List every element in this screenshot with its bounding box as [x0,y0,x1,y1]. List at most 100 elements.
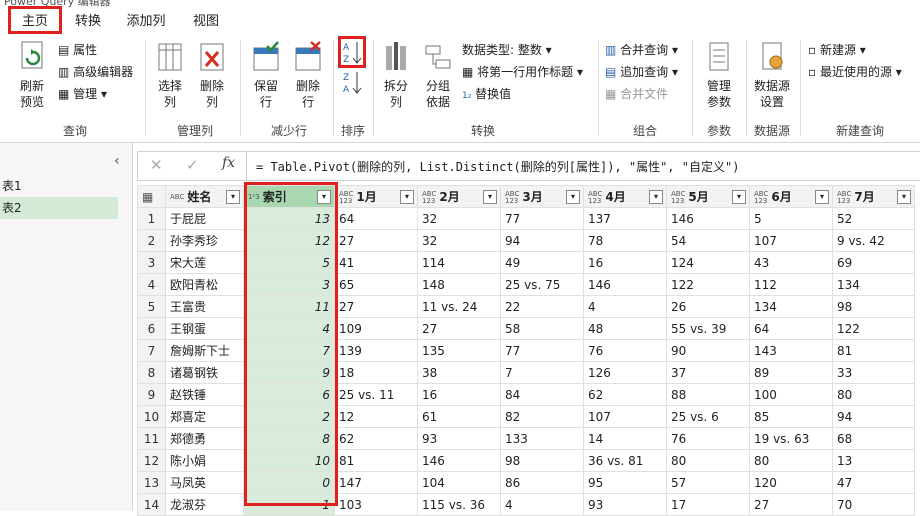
table-cell[interactable]: 詹姆斯下士 [165,339,244,362]
table-cell[interactable]: 76 [666,427,750,450]
column-type-icon[interactable]: ABC 123 [588,190,602,205]
column-header[interactable]: ABC 123 6月 ▾ [749,185,833,208]
table-cell[interactable]: 37 [666,361,750,384]
query-item-selected[interactable]: 表2 [0,197,118,219]
table-cell[interactable]: 115 vs. 36 [417,493,501,516]
table-cell[interactable]: 94 [500,229,584,252]
table-cell[interactable]: 147 [334,471,418,494]
table-cell[interactable]: 7 [500,361,584,384]
table-cell[interactable]: 郑德勇 [165,427,244,450]
row-number[interactable]: 7 [137,339,166,362]
row-number[interactable]: 9 [137,383,166,406]
table-cell[interactable]: 143 [749,339,833,362]
column-header[interactable]: ABC 123 2月 ▾ [417,185,501,208]
column-filter-dropdown-icon[interactable]: ▾ [226,190,240,204]
table-cell[interactable]: 86 [500,471,584,494]
table-cell[interactable]: 57 [666,471,750,494]
remove-rows-button[interactable]: 删除 行 [288,40,328,110]
column-filter-dropdown-icon[interactable]: ▾ [649,190,663,204]
column-filter-dropdown-icon[interactable]: ▾ [566,190,580,204]
table-cell[interactable]: 64 [749,317,833,340]
table-cell[interactable]: 68 [832,427,915,450]
table-cell[interactable]: 90 [666,339,750,362]
data-source-settings-button[interactable]: 数据源 设置 [750,40,794,110]
row-number[interactable]: 12 [137,449,166,472]
column-header[interactable]: ABC 123 7月 ▾ [832,185,915,208]
table-cell[interactable]: 126 [583,361,667,384]
advanced-editor-button[interactable]: ▥ 高级编辑器 [58,64,133,80]
table-cell[interactable]: 137 [583,207,667,230]
table-cell[interactable]: 95 [583,471,667,494]
table-cell[interactable]: 120 [749,471,833,494]
table-cell[interactable]: 98 [832,295,915,318]
split-column-button[interactable]: 拆分 列 [378,40,414,110]
query-item[interactable]: 表1 [0,176,118,196]
table-cell[interactable]: 93 [417,427,501,450]
table-cell[interactable]: 88 [666,383,750,406]
table-cell[interactable]: 诸葛钢铁 [165,361,244,384]
table-cell[interactable]: 65 [334,273,418,296]
table-cell[interactable]: 38 [417,361,501,384]
collapse-pane-icon[interactable]: ‹ [114,153,120,169]
row-number[interactable]: 14 [137,493,166,516]
recent-sources-button[interactable]: ▫ 最近使用的源 ▾ [808,64,902,80]
table-cell[interactable]: 146 [417,449,501,472]
row-number[interactable]: 1 [137,207,166,230]
column-header[interactable]: ABC 姓名 ▾ [165,185,244,208]
table-cell[interactable]: 48 [583,317,667,340]
row-number[interactable]: 4 [137,273,166,296]
table-cell[interactable]: 赵铁锤 [165,383,244,406]
table-cell[interactable]: 22 [500,295,584,318]
column-type-icon[interactable]: ABC 123 [339,190,353,205]
table-cell[interactable]: 4 [500,493,584,516]
sort-descending-button[interactable]: ZA [340,70,364,96]
properties-button[interactable]: ▤ 属性 [58,42,97,58]
formula-input[interactable]: = Table.Pivot(删除的列, List.Distinct(删除的列[属… [256,158,739,175]
table-cell[interactable]: 于屁屁 [165,207,244,230]
table-cell[interactable]: 54 [666,229,750,252]
table-cell[interactable]: 18 [334,361,418,384]
table-cell[interactable]: 133 [500,427,584,450]
combine-files-button[interactable]: ▦ 合并文件 [605,86,668,102]
new-source-button[interactable]: ▫ 新建源 ▾ [808,42,866,58]
table-cell[interactable]: 148 [417,273,501,296]
table-cell[interactable]: 27 [417,317,501,340]
table-cell[interactable]: 134 [832,273,915,296]
table-cell[interactable]: 49 [500,251,584,274]
column-type-icon[interactable]: ABC 123 [422,190,436,205]
column-filter-dropdown-icon[interactable]: ▾ [815,190,829,204]
table-cell[interactable]: 16 [417,383,501,406]
table-cell[interactable]: 宋大莲 [165,251,244,274]
table-cell[interactable]: 陈小娟 [165,449,244,472]
table-cell[interactable]: 77 [500,207,584,230]
table-cell[interactable]: 122 [666,273,750,296]
table-cell[interactable]: 33 [832,361,915,384]
table-cell[interactable]: 89 [749,361,833,384]
column-filter-dropdown-icon[interactable]: ▾ [732,190,746,204]
row-number[interactable]: 8 [137,361,166,384]
table-cell[interactable]: 47 [832,471,915,494]
table-cell[interactable]: 郑喜定 [165,405,244,428]
manage-button[interactable]: ▦ 管理 ▾ [58,86,107,102]
table-cell[interactable]: 146 [666,207,750,230]
column-filter-dropdown-icon[interactable]: ▾ [897,190,911,204]
table-cell[interactable]: 80 [832,383,915,406]
column-type-icon[interactable]: ABC 123 [837,190,851,205]
table-cell[interactable]: 114 [417,251,501,274]
table-cell[interactable]: 32 [417,229,501,252]
table-cell[interactable]: 马凤英 [165,471,244,494]
table-cell[interactable]: 王富贵 [165,295,244,318]
table-cell[interactable]: 109 [334,317,418,340]
table-cell[interactable]: 81 [832,339,915,362]
table-cell[interactable]: 107 [583,405,667,428]
table-cell[interactable]: 78 [583,229,667,252]
table-cell[interactable]: 11 vs. 24 [417,295,501,318]
group-by-button[interactable]: 分组 依据 [418,40,458,110]
table-cell[interactable]: 17 [666,493,750,516]
table-cell[interactable]: 85 [749,405,833,428]
table-cell[interactable]: 62 [583,383,667,406]
column-type-icon[interactable]: ABC 123 [671,190,685,205]
table-cell[interactable]: 112 [749,273,833,296]
table-cell[interactable]: 124 [666,251,750,274]
table-cell[interactable]: 58 [500,317,584,340]
